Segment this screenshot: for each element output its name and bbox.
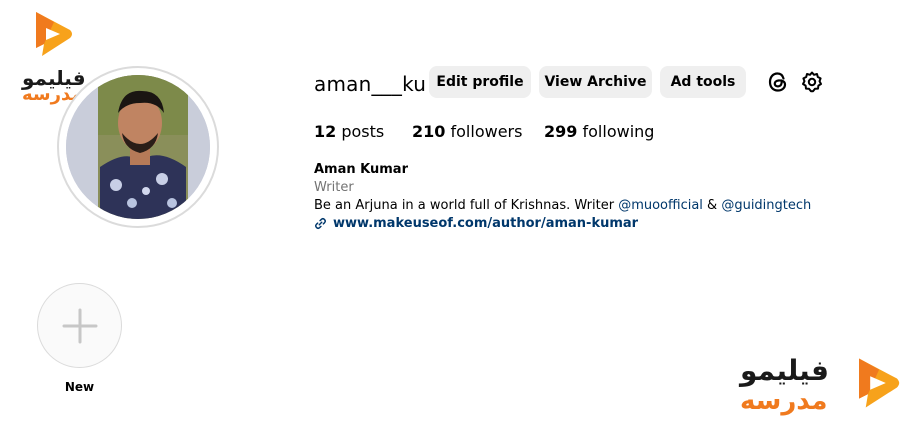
- watermark-word2-bottom: مدرسه: [740, 386, 828, 416]
- bio-text-mid: &: [702, 198, 722, 213]
- new-highlight-inner: [41, 287, 118, 364]
- watermark-logo-top: فیلیمو مدرسه: [20, 8, 90, 104]
- watermark-word1-bottom: فیلیمو: [740, 354, 829, 387]
- bio-website-link[interactable]: www.makeuseof.com/author/aman-kumar: [314, 216, 638, 231]
- edit-profile-button[interactable]: Edit profile: [429, 66, 531, 98]
- bio-link-text[interactable]: www.makeuseof.com/author/aman-kumar: [333, 216, 638, 231]
- plus-icon: [62, 308, 97, 343]
- profile-username: aman___ku: [314, 72, 427, 96]
- avatar-photo: [66, 75, 210, 219]
- threads-icon[interactable]: [766, 70, 790, 94]
- mention-guidingtech[interactable]: @guidingtech: [721, 198, 811, 213]
- mention-muoofficial[interactable]: @muoofficial: [618, 198, 703, 213]
- new-highlight-button[interactable]: [37, 283, 122, 368]
- view-archive-button[interactable]: View Archive: [539, 66, 652, 98]
- following-count[interactable]: 299 following: [544, 122, 654, 141]
- bio-text-prefix: Be an Arjuna in a world full of Krishnas…: [314, 198, 619, 213]
- ad-tools-button[interactable]: Ad tools: [660, 66, 746, 98]
- bio-text: Be an Arjuna in a world full of Krishnas…: [314, 198, 811, 213]
- play-logo-icon: [36, 12, 72, 56]
- followers-count[interactable]: 210 followers: [412, 122, 522, 141]
- bio-category: Writer: [314, 180, 354, 195]
- profile-avatar[interactable]: [57, 66, 219, 228]
- gear-icon[interactable]: [800, 70, 824, 94]
- new-highlight-label: New: [64, 380, 95, 394]
- bio-full-name: Aman Kumar: [314, 162, 408, 177]
- posts-count: 12 posts: [314, 122, 385, 141]
- watermark-logo-bottom: فیلیمو مدرسه: [738, 352, 910, 422]
- link-icon: [315, 217, 326, 230]
- play-logo-icon: [859, 358, 900, 408]
